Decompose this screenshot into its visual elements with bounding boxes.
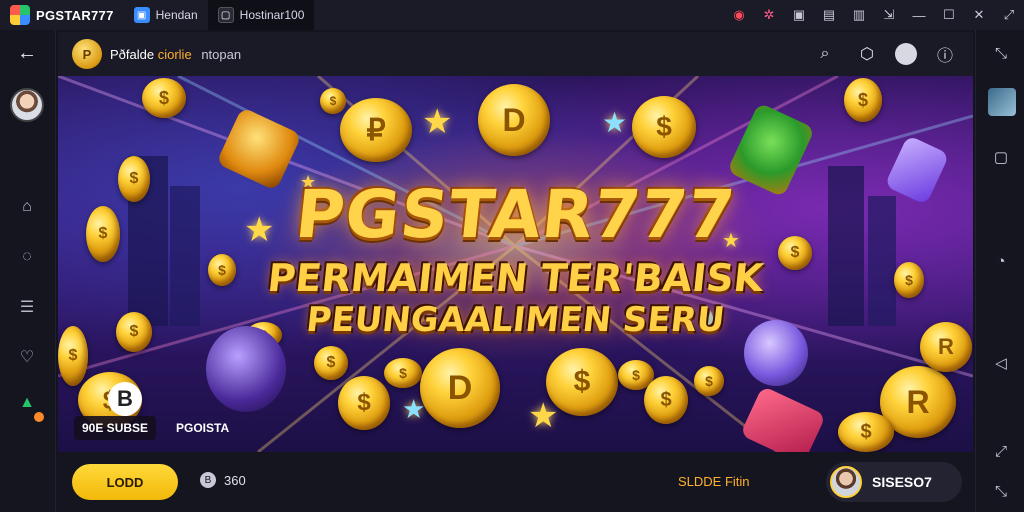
maximize-icon[interactable]: ☐ — [934, 0, 964, 30]
shrink-icon[interactable]: ⤡ — [990, 480, 1012, 502]
banner-tag: 90E SUBSE — [74, 416, 157, 440]
coin-icon: ₽ — [340, 98, 412, 162]
info-icon[interactable]: ⓘ — [931, 40, 959, 68]
title-main: Pðfalde — [110, 46, 155, 62]
star-icon: ★ — [602, 107, 628, 138]
coin-icon: $ — [320, 88, 346, 114]
back-triangle-icon[interactable]: ◁ — [990, 352, 1012, 374]
app-brand: PGSTAR777 — [0, 0, 124, 30]
user-pill[interactable]: SISESO7 — [826, 462, 962, 502]
minimize-icon[interactable]: — — [904, 0, 934, 30]
export-icon[interactable]: ⇲ — [874, 0, 904, 30]
coin-icon: $ — [838, 412, 894, 452]
avatar — [830, 466, 862, 498]
theme-toggle[interactable] — [895, 43, 917, 65]
star-icon: ★ — [528, 397, 559, 435]
shrink-icon[interactable]: ⤡ — [990, 42, 1012, 64]
banner-badge-logo: B — [108, 382, 142, 416]
banner-subheadline-1: PERMAIMEN TER'BAISK — [265, 256, 766, 300]
avatar[interactable] — [10, 88, 44, 122]
title-accent: ciorlie — [157, 46, 192, 62]
star-icon: ★ — [402, 394, 426, 424]
record-icon[interactable]: ◉ — [724, 0, 754, 30]
coin-icon: $ — [694, 366, 724, 396]
view-count: B 360 — [200, 472, 246, 488]
coin-icon: $ — [844, 78, 882, 122]
app-window: PGSTAR777 ▣ Hendan ▢ Hostinar100 ◉ ✲ ▣ ▤… — [0, 0, 1024, 512]
search-icon[interactable]: ⌕ — [811, 40, 839, 68]
star-icon: ★ — [422, 103, 453, 141]
keyboard-icon[interactable]: ▤ — [814, 0, 844, 30]
titlebar-icons: ◉ ✲ ▣ ▤ ▥ ⇲ — ☐ ✕ ⤢ — [724, 0, 1024, 30]
close-icon[interactable]: ✕ — [964, 0, 994, 30]
gift-icon[interactable]: ▲ — [16, 392, 38, 414]
heart-icon[interactable]: ♡ — [16, 346, 38, 368]
brightness-icon[interactable]: ◔ — [990, 250, 1012, 272]
left-sidebar: ← ⌂ ◌ ☰ ♡ ▲ — [0, 30, 56, 512]
user-label: SISESO7 — [872, 474, 932, 490]
notification-badge — [34, 412, 44, 422]
thumbnail[interactable] — [988, 88, 1016, 116]
count-value: 360 — [224, 472, 246, 488]
app-icon: ▣ — [133, 7, 150, 23]
promo-banner[interactable]: $ $ ₽ D $ $ $ $ $ $ $ $ $ $ $ $ $ $ D $ … — [58, 76, 973, 452]
right-sidebar: ⤡ ▢ ◔ ◁ ⤢ ⤡ — [975, 30, 1024, 512]
banner-subheadline-2: PEUNGAALIMEN SERU — [304, 300, 727, 340]
coin-icon: $ — [142, 78, 186, 118]
coin-icon: $ — [644, 376, 688, 424]
coin-icon: D — [420, 348, 500, 428]
bottom-bar: LODD B 360 SLDDE Fitin SISESO7 — [58, 452, 973, 512]
coin-icon: $ — [314, 346, 348, 380]
tab-hostinar[interactable]: ▢ Hostinar100 — [207, 0, 315, 30]
expand-icon[interactable]: ⤢ — [994, 0, 1024, 30]
coin-icon: $ — [384, 358, 422, 388]
banner-headline: PGSTAR777 — [292, 176, 739, 253]
network-icon[interactable]: ✲ — [754, 0, 784, 30]
window-icon: ▢ — [217, 7, 234, 23]
coin-icon: $ — [338, 376, 390, 430]
app-name: PGSTAR777 — [36, 7, 114, 23]
square-icon[interactable]: ▢ — [990, 146, 1012, 168]
banner-tag: PGOISTA — [176, 421, 230, 435]
home-icon[interactable]: ⌂ — [16, 196, 38, 218]
back-arrow-icon[interactable]: ← — [14, 40, 40, 66]
site-title: Pðfalde ciorlie ntopan — [110, 47, 241, 62]
title-bar: PGSTAR777 ▣ Hendan ▢ Hostinar100 ◉ ✲ ▣ ▤… — [0, 0, 1024, 30]
coin-icon: D — [478, 84, 550, 156]
eye-icon: B — [200, 472, 216, 488]
shield-icon[interactable]: ⬡ — [853, 40, 881, 68]
tab-label: Hendan — [155, 8, 198, 22]
gamepad-icon[interactable]: ▥ — [844, 0, 874, 30]
page-header: P Pðfalde ciorlie ntopan ⌕ ⬡ ⓘ — [58, 32, 973, 76]
tab-hendan[interactable]: ▣ Hendan — [124, 0, 208, 30]
title-dim: ntopan — [201, 46, 242, 62]
screen-icon[interactable]: ▣ — [784, 0, 814, 30]
header-icons: ⌕ ⬡ ⓘ — [811, 40, 959, 68]
slide-link[interactable]: SLDDE Fitin — [678, 474, 750, 489]
tab-label: Hostinar100 — [239, 8, 305, 22]
coin-icon: $ — [632, 96, 696, 158]
app-logo-icon — [10, 5, 30, 25]
load-button[interactable]: LODD — [72, 464, 178, 500]
list-icon[interactable]: ☰ — [16, 296, 38, 318]
expand-icon[interactable]: ⤢ — [990, 440, 1012, 462]
site-logo[interactable]: P — [72, 39, 102, 69]
chat-icon[interactable]: ◌ — [16, 246, 38, 268]
